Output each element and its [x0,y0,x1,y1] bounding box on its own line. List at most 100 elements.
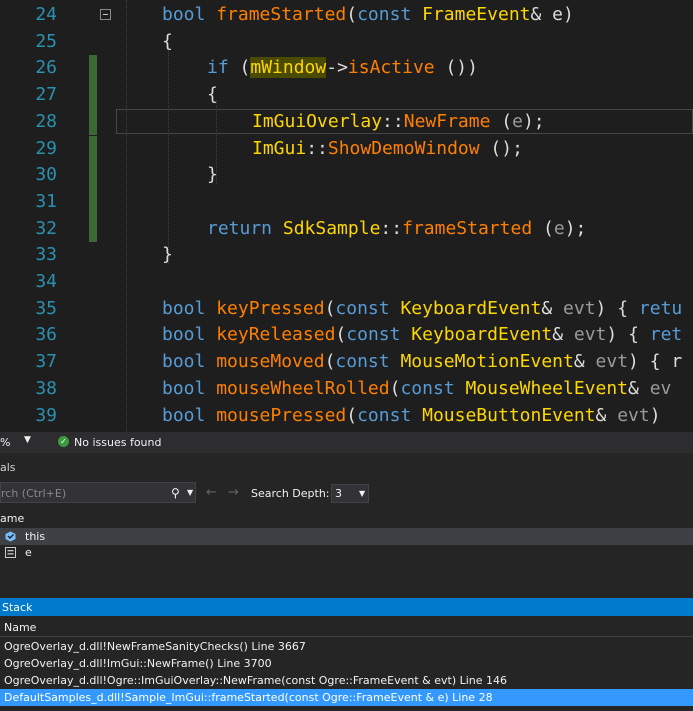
code-line[interactable]: 39 bool mousePressed(const MouseButtonEve… [0,403,693,430]
panel-title: Stack [2,601,33,614]
code-line[interactable]: 33} [0,242,693,269]
code-token: evt [595,351,629,373]
line-number: 31 [35,190,57,212]
code-token: :: [380,217,403,239]
code-token: & e) [530,4,574,25]
search-placeholder: rch (Ctrl+E) [1,487,67,500]
code-token: MouseWheelEvent [465,377,629,399]
search-depth-select[interactable]: 3 ▼ [331,484,369,503]
table-row[interactable]: OgreOverlay_d.dll!Ogre::ImGuiOverlay::Ne… [0,672,693,689]
code-line[interactable]: 36 bool keyReleased(const KeyboardEvent& … [0,322,693,349]
code-line[interactable]: 32 return SdkSample::frameStarted (e); [0,215,693,243]
code-token: evt [617,404,650,426]
issues-status[interactable]: No issues found [74,436,161,449]
parameter-icon [5,547,16,558]
code-token: ( [228,57,251,79]
code-token: & [595,404,618,426]
code-token: const [346,324,401,346]
code-token: ( [324,351,336,373]
code-line[interactable]: 26 if (mWindow->isActive ()) [0,55,693,83]
line-number: 29 [35,137,57,159]
code-line[interactable]: 27 { [0,82,693,109]
line-number: 26 [35,57,57,79]
chevron-down-icon: ▼ [359,489,366,498]
chevron-down-icon[interactable]: ▼ [187,488,193,497]
code-line[interactable]: 30} [0,162,693,189]
code-token: e [512,110,523,132]
code-token: frameStarted [402,217,533,239]
panel-titlebar[interactable]: Stack [0,598,693,616]
stack-frame: OgreOverlay_d.dll!NewFrameSanityChecks()… [4,640,306,653]
code-line[interactable]: 24 bool frameStarted(const FrameEvent& e) [0,2,693,29]
arrow-left-icon[interactable]: ← [206,485,217,500]
table-row[interactable]: OgreOverlay_d.dll!NewFrameSanityChecks()… [0,638,693,655]
code-token: e [553,217,565,239]
code-line[interactable]: 29 ImGui::ShowDemoWindow (); [0,135,693,163]
table-row[interactable]: OgreOverlay_d.dll!ImGui::NewFrame() Line… [0,655,693,672]
line-number: 37 [35,351,57,373]
panel-title: als [0,461,16,474]
code-text: ImGuiOverlay::NewFrame (e); [252,109,545,136]
local-name: this [25,530,46,543]
code-text: bool mouseMoved(const MouseMotionEvent& … [162,349,682,376]
local-name: e [25,546,32,559]
code-token: { [207,84,218,106]
list-item[interactable]: e [0,545,693,561]
code-line[interactable]: 25 { [0,29,693,56]
line-number: 39 [35,404,57,426]
code-token: ) { [595,297,639,319]
code-token: keyReleased [216,324,336,346]
zoom-level[interactable]: % [0,436,10,449]
code-editor[interactable]: 24 bool frameStarted(const FrameEvent& e)… [0,0,693,432]
code-text: bool mousePressed(const MouseButtonEvent… [162,403,671,430]
chevron-down-icon[interactable]: ▼ [24,435,31,445]
code-token: mousePressed [216,404,347,426]
code-token: ( [335,324,347,346]
stack-frame: OgreOverlay_d.dll!Ogre::ImGuiOverlay::Ne… [4,674,508,687]
code-line[interactable]: 34 [0,269,693,296]
column-header-label: Name [4,621,37,634]
line-number: 34 [35,271,57,292]
list-item[interactable]: this [0,529,693,545]
line-number: 38 [35,377,57,399]
code-token: ); [522,110,545,132]
code-token: isActive [347,57,435,79]
stack-frame: OgreOverlay_d.dll!ImGui::NewFrame() Line… [4,657,272,670]
code-token: ) [649,404,672,426]
code-token: ( [389,377,401,399]
code-token: bool [162,404,206,426]
column-header-name[interactable]: Name [0,618,693,637]
code-line[interactable]: 31 [0,188,693,216]
code-token: bool [162,4,206,25]
code-line[interactable]: 37 bool mouseMoved(const MouseMotionEvent… [0,349,693,376]
change-marker [89,82,97,109]
code-line[interactable]: 35 bool keyPressed(const KeyboardEvent& e… [0,296,693,323]
code-line[interactable]: 38 bool mouseWheelRolled(const MouseWheel… [0,376,693,403]
code-token: bool [162,324,206,346]
code-token: ( [346,4,358,25]
change-marker [89,188,97,216]
code-token: :: [382,110,404,132]
code-text: { [162,29,173,56]
column-header-name[interactable]: ame [0,510,693,529]
change-marker [89,108,97,136]
code-token: NewFrame [403,110,491,132]
table-row[interactable]: DefaultSamples_d.dll!Sample_ImGui::frame… [0,689,693,706]
stack-frame: DefaultSamples_d.dll!Sample_ImGui::frame… [4,691,493,704]
arrow-right-icon[interactable]: → [228,485,239,500]
code-token: bool [162,297,206,319]
search-icon[interactable]: ⚲ [171,486,180,500]
code-token: const [400,377,455,399]
code-token: ShowDemoWindow [327,137,480,159]
code-line[interactable]: 28 ImGuiOverlay::NewFrame (e); [0,108,693,136]
search-input[interactable]: rch (Ctrl+E) ⚲ ▼ [0,482,196,503]
code-token: -> [326,57,348,79]
call-stack-panel: Stack Name OgreOverlay_d.dll!NewFrameSan… [0,598,693,711]
code-token: mouseMoved [216,351,325,373]
